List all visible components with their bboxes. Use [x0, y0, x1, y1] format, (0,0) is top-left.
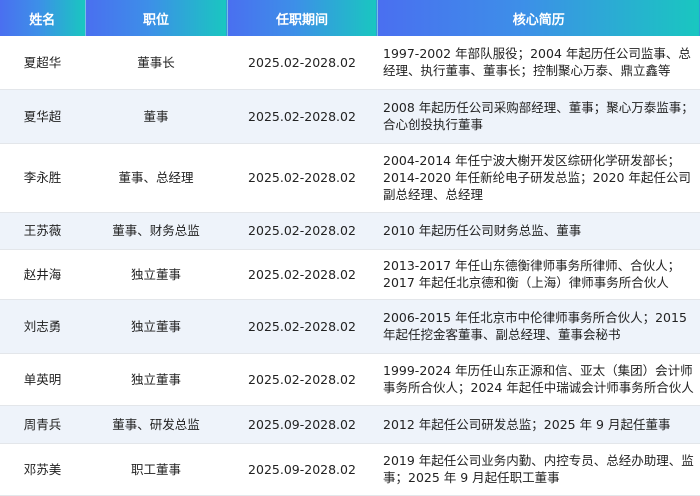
cell-name: 夏超华: [0, 36, 85, 90]
header-period: 任职期间: [227, 0, 378, 36]
cell-name: 赵井海: [0, 249, 85, 300]
cell-position: 董事、研发总监: [85, 405, 227, 444]
cell-position: 董事、总经理: [85, 143, 227, 213]
cell-period: 2025.09-2028.02: [227, 405, 377, 444]
cell-bio: 2019 年起任公司业务内勤、内控专员、总经办助理、监事；2025 年 9 月起…: [377, 443, 700, 496]
cell-period: 2025.09-2028.02: [227, 443, 377, 496]
cell-period: 2025.02-2028.02: [227, 353, 377, 406]
table-row: 夏华超 董事 2025.02-2028.02 2008 年起历任公司采购部经理、…: [0, 89, 700, 144]
cell-bio: 2006-2015 年任北京市中伦律师事务所合伙人；2015 年起任挖金客董事、…: [377, 299, 700, 354]
cell-period: 2025.02-2028.02: [227, 299, 377, 354]
cell-name: 周青兵: [0, 405, 85, 444]
cell-position: 董事: [85, 89, 227, 144]
cell-bio: 1997-2002 年部队服役；2004 年起历任公司监事、总经理、执行董事、董…: [377, 36, 700, 90]
header-name: 姓名: [0, 0, 86, 36]
cell-name: 李永胜: [0, 143, 85, 213]
cell-bio: 2013-2017 年任山东德衡律师事务所律师、合伙人；2017 年起任北京德和…: [377, 249, 700, 300]
cell-period: 2025.02-2028.02: [227, 36, 377, 90]
cell-bio: 1999-2024 年历任山东正源和信、亚太（集团）会计师事务所合伙人；2024…: [377, 353, 700, 406]
cell-position: 独立董事: [85, 299, 227, 354]
cell-bio: 2012 年起任公司研发总监；2025 年 9 月起任董事: [377, 405, 700, 444]
table-header-row: 姓名 职位 任职期间 核心简历: [0, 0, 700, 36]
cell-bio: 2010 年起历任公司财务总监、董事: [377, 212, 700, 250]
cell-period: 2025.02-2028.02: [227, 143, 377, 213]
table-row: 刘志勇 独立董事 2025.02-2028.02 2006-2015 年任北京市…: [0, 299, 700, 354]
cell-name: 刘志勇: [0, 299, 85, 354]
directors-table: 姓名 职位 任职期间 核心简历 夏超华 董事长 2025.02-2028.02 …: [0, 0, 700, 496]
cell-name: 王苏薇: [0, 212, 85, 250]
header-position: 职位: [85, 0, 228, 36]
cell-period: 2025.02-2028.02: [227, 89, 377, 144]
cell-position: 董事、财务总监: [85, 212, 227, 250]
table-row: 单英明 独立董事 2025.02-2028.02 1999-2024 年历任山东…: [0, 353, 700, 406]
table-row: 赵井海 独立董事 2025.02-2028.02 2013-2017 年任山东德…: [0, 249, 700, 300]
table-row: 王苏薇 董事、财务总监 2025.02-2028.02 2010 年起历任公司财…: [0, 212, 700, 250]
cell-bio: 2004-2014 年任宁波大榭开发区综研化学研发部长；2014-2020 年任…: [377, 143, 700, 213]
cell-position: 职工董事: [85, 443, 227, 496]
cell-position: 董事长: [85, 36, 227, 90]
table-row: 邓苏美 职工董事 2025.09-2028.02 2019 年起任公司业务内勤、…: [0, 443, 700, 496]
table-row: 李永胜 董事、总经理 2025.02-2028.02 2004-2014 年任宁…: [0, 143, 700, 213]
cell-bio: 2008 年起历任公司采购部经理、董事；聚心万泰监事；合心创投执行董事: [377, 89, 700, 144]
header-bio: 核心简历: [377, 0, 700, 36]
table-row: 夏超华 董事长 2025.02-2028.02 1997-2002 年部队服役；…: [0, 36, 700, 90]
cell-position: 独立董事: [85, 353, 227, 406]
cell-name: 单英明: [0, 353, 85, 406]
cell-name: 夏华超: [0, 89, 85, 144]
cell-period: 2025.02-2028.02: [227, 249, 377, 300]
cell-name: 邓苏美: [0, 443, 85, 496]
cell-period: 2025.02-2028.02: [227, 212, 377, 250]
cell-position: 独立董事: [85, 249, 227, 300]
table-row: 周青兵 董事、研发总监 2025.09-2028.02 2012 年起任公司研发…: [0, 405, 700, 444]
